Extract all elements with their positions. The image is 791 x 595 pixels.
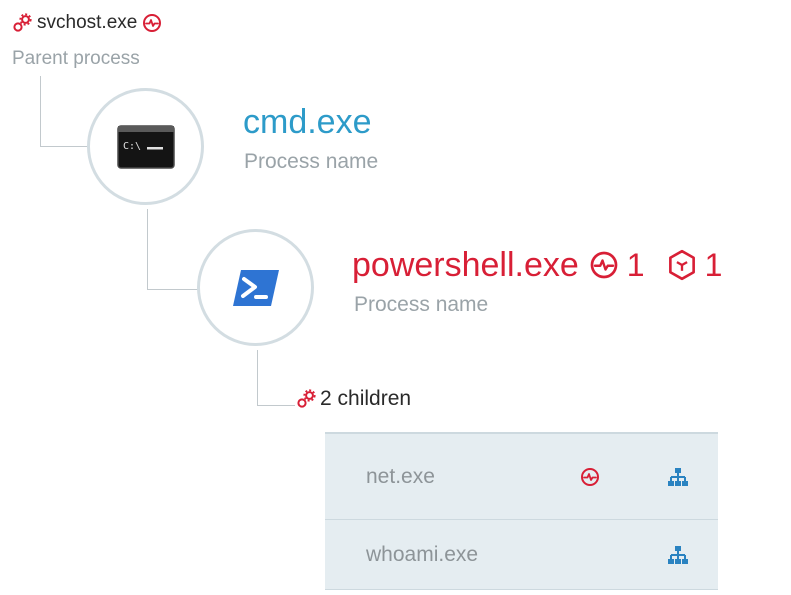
children-list: net.exe whoami.exe [325, 432, 718, 590]
process-name-label: Process name [244, 150, 379, 173]
parent-process-name[interactable]: svchost.exe [37, 12, 137, 34]
alerts-count[interactable]: 1 [627, 247, 645, 284]
child-process-row[interactable]: whoami.exe [325, 520, 718, 590]
alert-pulse-icon[interactable] [580, 467, 600, 487]
tree-connector [257, 405, 295, 406]
children-count-label[interactable]: 2 children [320, 387, 411, 411]
powershell-header: powershell.exe 1 1 [352, 245, 722, 285]
process-tree-icon[interactable] [667, 545, 689, 565]
process-tree-icon[interactable] [667, 467, 689, 487]
powershell-process-node[interactable] [197, 229, 314, 346]
tree-connector [147, 209, 148, 289]
tree-connector [147, 289, 199, 290]
process-name-label: Process name [354, 293, 489, 316]
process-name[interactable]: powershell.exe [352, 245, 579, 285]
incident-hexagon-icon[interactable] [667, 249, 697, 281]
child-process-name[interactable]: net.exe [366, 465, 435, 489]
alert-pulse-icon[interactable] [142, 13, 162, 33]
alert-pulse-icon[interactable] [589, 250, 619, 280]
tree-connector [40, 76, 41, 146]
cmd-terminal-icon: C:\ [116, 124, 175, 169]
cmd-process-node[interactable]: C:\ [87, 88, 204, 205]
process-gears-icon [13, 13, 32, 32]
child-process-name[interactable]: whoami.exe [366, 543, 478, 567]
tree-connector [257, 350, 258, 405]
incidents-count[interactable]: 1 [705, 247, 723, 284]
tree-connector [40, 146, 88, 147]
powershell-icon [232, 269, 279, 306]
process-gears-icon [297, 389, 316, 408]
parent-process-label: Parent process [12, 48, 140, 69]
children-toggle[interactable]: 2 children [296, 385, 411, 413]
parent-process[interactable]: svchost.exe [12, 10, 162, 36]
svg-text:C:\: C:\ [123, 141, 141, 152]
process-name[interactable]: cmd.exe [243, 102, 372, 142]
child-process-row[interactable]: net.exe [325, 434, 718, 520]
